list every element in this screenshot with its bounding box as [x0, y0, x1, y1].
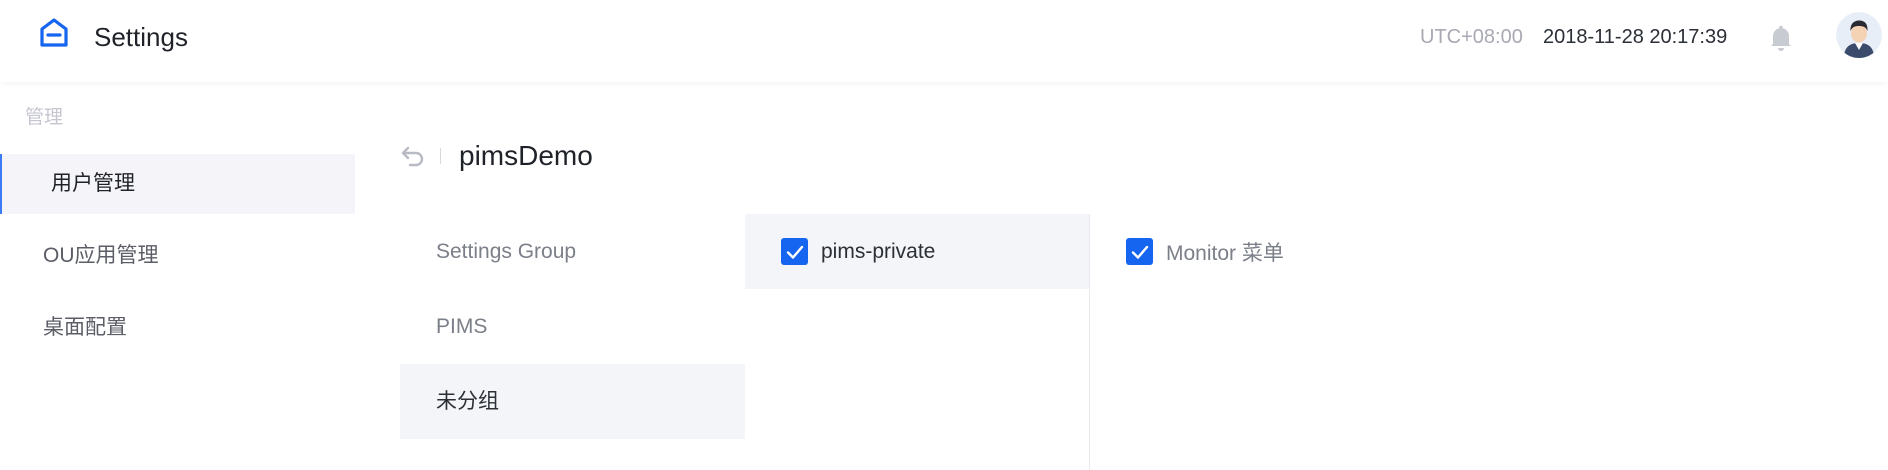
- user-avatar[interactable]: [1836, 12, 1882, 58]
- main-content: pimsDemo Settings Group PIMS 未分组 pims-pr…: [355, 82, 1888, 470]
- sidebar-item-desktop-config[interactable]: 桌面配置: [0, 298, 355, 358]
- title-divider: [440, 148, 441, 164]
- permission-item-label: Monitor 菜单: [1166, 241, 1284, 265]
- top-header: Settings UTC+08:00 2018-11-28 20:17:39: [0, 0, 1888, 82]
- undo-arrow-icon[interactable]: [400, 142, 426, 168]
- bell-icon[interactable]: [1768, 24, 1794, 52]
- group-item-settings-group[interactable]: Settings Group: [400, 214, 745, 289]
- app-title: Settings: [94, 22, 188, 52]
- sidebar-item-ou-app-management[interactable]: OU应用管理: [0, 226, 355, 286]
- app-item-label: pims-private: [821, 239, 936, 263]
- checkbox-checked-icon[interactable]: [1126, 238, 1153, 265]
- group-item-ungrouped[interactable]: 未分组: [400, 364, 745, 439]
- datetime-label: 2018-11-28 20:17:39: [1543, 26, 1728, 48]
- app-list: pims-private: [745, 214, 1090, 470]
- sidebar-item-user-management[interactable]: 用户管理: [0, 154, 355, 214]
- permission-item-monitor-menu[interactable]: Monitor 菜单: [1090, 214, 1490, 289]
- group-item-pims[interactable]: PIMS: [400, 289, 745, 364]
- timezone-label: UTC+08:00: [1420, 26, 1523, 48]
- checkbox-checked-icon[interactable]: [781, 238, 808, 265]
- page-title: pimsDemo: [459, 140, 593, 171]
- sidebar-section-label: 管理: [25, 107, 64, 128]
- app-item-pims-private[interactable]: pims-private: [745, 214, 1089, 289]
- home-logo-icon[interactable]: [38, 16, 70, 48]
- sidebar: 管理 用户管理 OU应用管理 桌面配置: [0, 82, 355, 470]
